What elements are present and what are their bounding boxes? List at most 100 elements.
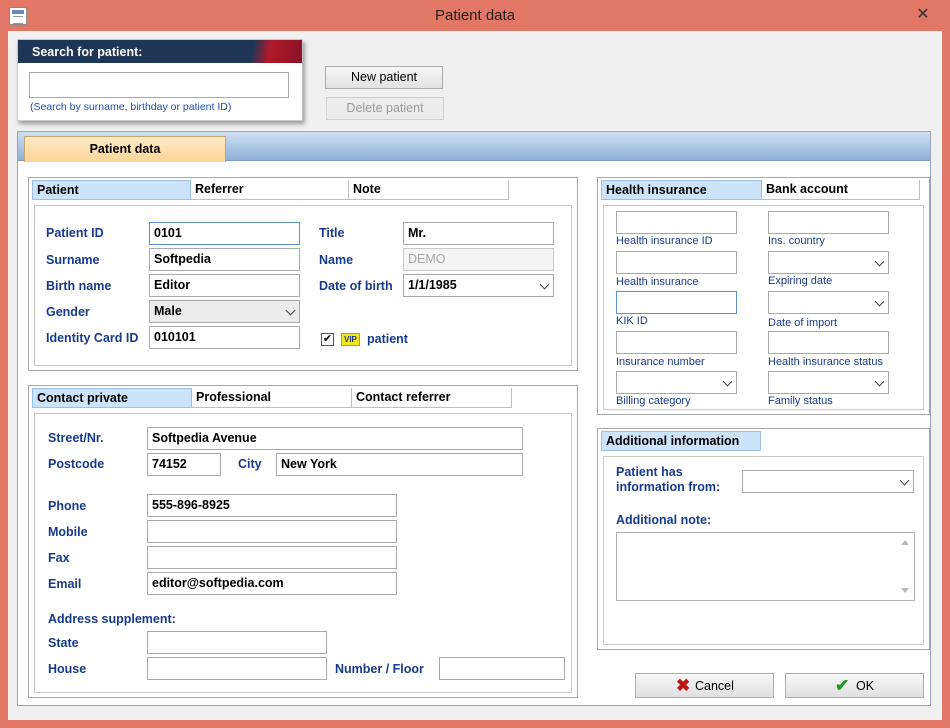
state-field[interactable] bbox=[147, 631, 327, 654]
scroll-down-icon[interactable] bbox=[901, 588, 909, 593]
additional-note-label: Additional note: bbox=[616, 513, 712, 527]
tab-referrer[interactable]: Referrer bbox=[191, 180, 349, 200]
info-from-select[interactable] bbox=[742, 470, 914, 493]
house-field[interactable] bbox=[147, 657, 327, 680]
contact-fields-area: Street/Nr. Softpedia Avenue Postcode 741… bbox=[34, 413, 572, 693]
kik-id-label: KIK ID bbox=[616, 315, 648, 327]
name-label: Name bbox=[319, 253, 354, 267]
scroll-up-icon[interactable] bbox=[901, 540, 909, 545]
insurance-group: Health insurance Bank account Health ins… bbox=[597, 177, 930, 415]
ok-check-icon: ✔ bbox=[835, 676, 850, 695]
patient-search-input[interactable] bbox=[29, 72, 289, 98]
date-of-import-select[interactable] bbox=[768, 291, 889, 314]
tab-contact-private[interactable]: Contact private bbox=[32, 388, 192, 408]
search-header: Search for patient: bbox=[18, 40, 302, 63]
tab-patient-data[interactable]: Patient data bbox=[24, 136, 226, 162]
delete-patient-button[interactable]: Delete patient bbox=[326, 97, 444, 120]
phone-label: Phone bbox=[48, 499, 87, 513]
dob-label: Date of birth bbox=[319, 279, 393, 293]
chevron-down-icon bbox=[285, 305, 296, 316]
health-insurance-id-field[interactable] bbox=[616, 211, 737, 234]
health-insurance-status-field[interactable] bbox=[768, 331, 889, 354]
vip-badge: VIP bbox=[341, 333, 360, 346]
vip-patient-label: patient bbox=[367, 332, 408, 346]
insurance-fields-area: Health insurance ID Ins. country Health … bbox=[603, 205, 924, 410]
chevron-down-icon bbox=[874, 376, 885, 387]
family-status-select[interactable] bbox=[768, 371, 889, 394]
mobile-label: Mobile bbox=[48, 525, 88, 539]
window-title: Patient data bbox=[434, 7, 516, 24]
chevron-down-icon bbox=[899, 475, 910, 486]
tab-note[interactable]: Note bbox=[349, 180, 509, 200]
street-field[interactable]: Softpedia Avenue bbox=[147, 427, 523, 450]
chevron-down-icon bbox=[539, 279, 550, 290]
number-floor-field[interactable] bbox=[439, 657, 565, 680]
info-from-label-line1: Patient has bbox=[616, 465, 683, 479]
main-tab-strip: Patient data bbox=[18, 132, 930, 162]
tab-additional-information[interactable]: Additional information bbox=[601, 431, 761, 451]
gender-value: Male bbox=[154, 304, 182, 318]
cancel-label: Cancel bbox=[695, 679, 734, 693]
title-field[interactable]: Mr. bbox=[403, 222, 554, 245]
fax-field[interactable] bbox=[147, 546, 397, 569]
city-field[interactable]: New York bbox=[276, 453, 523, 476]
date-of-import-label: Date of import bbox=[768, 317, 838, 329]
title-bar: Patient data ✕ bbox=[0, 0, 950, 32]
insurance-number-field[interactable] bbox=[616, 331, 737, 354]
tab-contact-referrer[interactable]: Contact referrer bbox=[352, 388, 512, 408]
street-label: Street/Nr. bbox=[48, 431, 104, 445]
birth-name-field[interactable]: Editor bbox=[149, 274, 300, 297]
tab-health-insurance[interactable]: Health insurance bbox=[601, 180, 762, 200]
birth-name-label: Birth name bbox=[46, 279, 112, 293]
chevron-down-icon bbox=[874, 256, 885, 267]
email-field[interactable]: editor@softpedia.com bbox=[147, 572, 397, 595]
expiring-date-select[interactable] bbox=[768, 251, 889, 274]
additional-info-group: Additional information Patient has infor… bbox=[597, 428, 930, 650]
surname-field[interactable]: Softpedia bbox=[149, 248, 300, 271]
tab-professional[interactable]: Professional bbox=[192, 388, 352, 408]
search-header-label: Search for patient: bbox=[32, 45, 143, 59]
identity-card-field[interactable]: 010101 bbox=[149, 326, 300, 349]
health-insurance-label: Health insurance bbox=[616, 276, 699, 288]
health-insurance-field[interactable] bbox=[616, 251, 737, 274]
info-from-label-line2: information from: bbox=[616, 480, 721, 494]
family-status-label: Family status bbox=[768, 395, 833, 407]
close-icon[interactable]: ✕ bbox=[912, 5, 934, 25]
patient-id-field[interactable]: 0101 bbox=[149, 222, 300, 245]
patient-search-card: Search for patient: (Search by surname, … bbox=[17, 39, 303, 121]
postcode-label: Postcode bbox=[48, 457, 105, 471]
phone-field[interactable]: 555-896-8925 bbox=[147, 494, 397, 517]
ins-country-field[interactable] bbox=[768, 211, 889, 234]
dob-select[interactable]: 1/1/1985 bbox=[403, 274, 554, 297]
billing-category-select[interactable] bbox=[616, 371, 737, 394]
expiring-date-label: Expiring date bbox=[768, 275, 833, 287]
insurance-number-label: Insurance number bbox=[616, 356, 705, 368]
ins-country-label: Ins. country bbox=[768, 235, 825, 247]
state-label: State bbox=[48, 636, 79, 650]
postcode-field[interactable]: 74152 bbox=[147, 453, 221, 476]
health-insurance-status-label: Health insurance status bbox=[768, 356, 883, 368]
patient-data-panel: Patient data Patient Referrer Note Patie… bbox=[17, 131, 931, 706]
tab-patient[interactable]: Patient bbox=[32, 180, 191, 200]
address-supplement-label: Address supplement: bbox=[48, 612, 176, 626]
name-field: DEMO bbox=[403, 248, 554, 271]
billing-category-label: Billing category bbox=[616, 395, 691, 407]
health-insurance-id-label: Health insurance ID bbox=[616, 235, 713, 247]
cancel-x-icon: ✖ bbox=[676, 676, 691, 695]
tab-bank-account[interactable]: Bank account bbox=[762, 180, 920, 200]
chevron-down-icon bbox=[722, 376, 733, 387]
contact-group: Contact private Professional Contact ref… bbox=[28, 385, 578, 698]
vip-checkbox[interactable]: ✔ bbox=[321, 333, 334, 346]
new-patient-button[interactable]: New patient bbox=[325, 66, 443, 89]
patient-id-label: Patient ID bbox=[46, 226, 104, 240]
ok-button[interactable]: ✔ OK bbox=[785, 673, 924, 698]
cancel-button[interactable]: ✖ Cancel bbox=[635, 673, 774, 698]
number-floor-label: Number / Floor bbox=[335, 662, 424, 676]
additional-note-textarea[interactable] bbox=[616, 532, 915, 601]
house-label: House bbox=[48, 662, 87, 676]
gender-select[interactable]: Male bbox=[149, 300, 300, 323]
dob-value: 1/1/1985 bbox=[408, 278, 457, 292]
mobile-field[interactable] bbox=[147, 520, 397, 543]
patient-fields-area: Patient ID 0101 Surname Softpedia Birth … bbox=[34, 205, 572, 366]
kik-id-field[interactable] bbox=[616, 291, 737, 314]
